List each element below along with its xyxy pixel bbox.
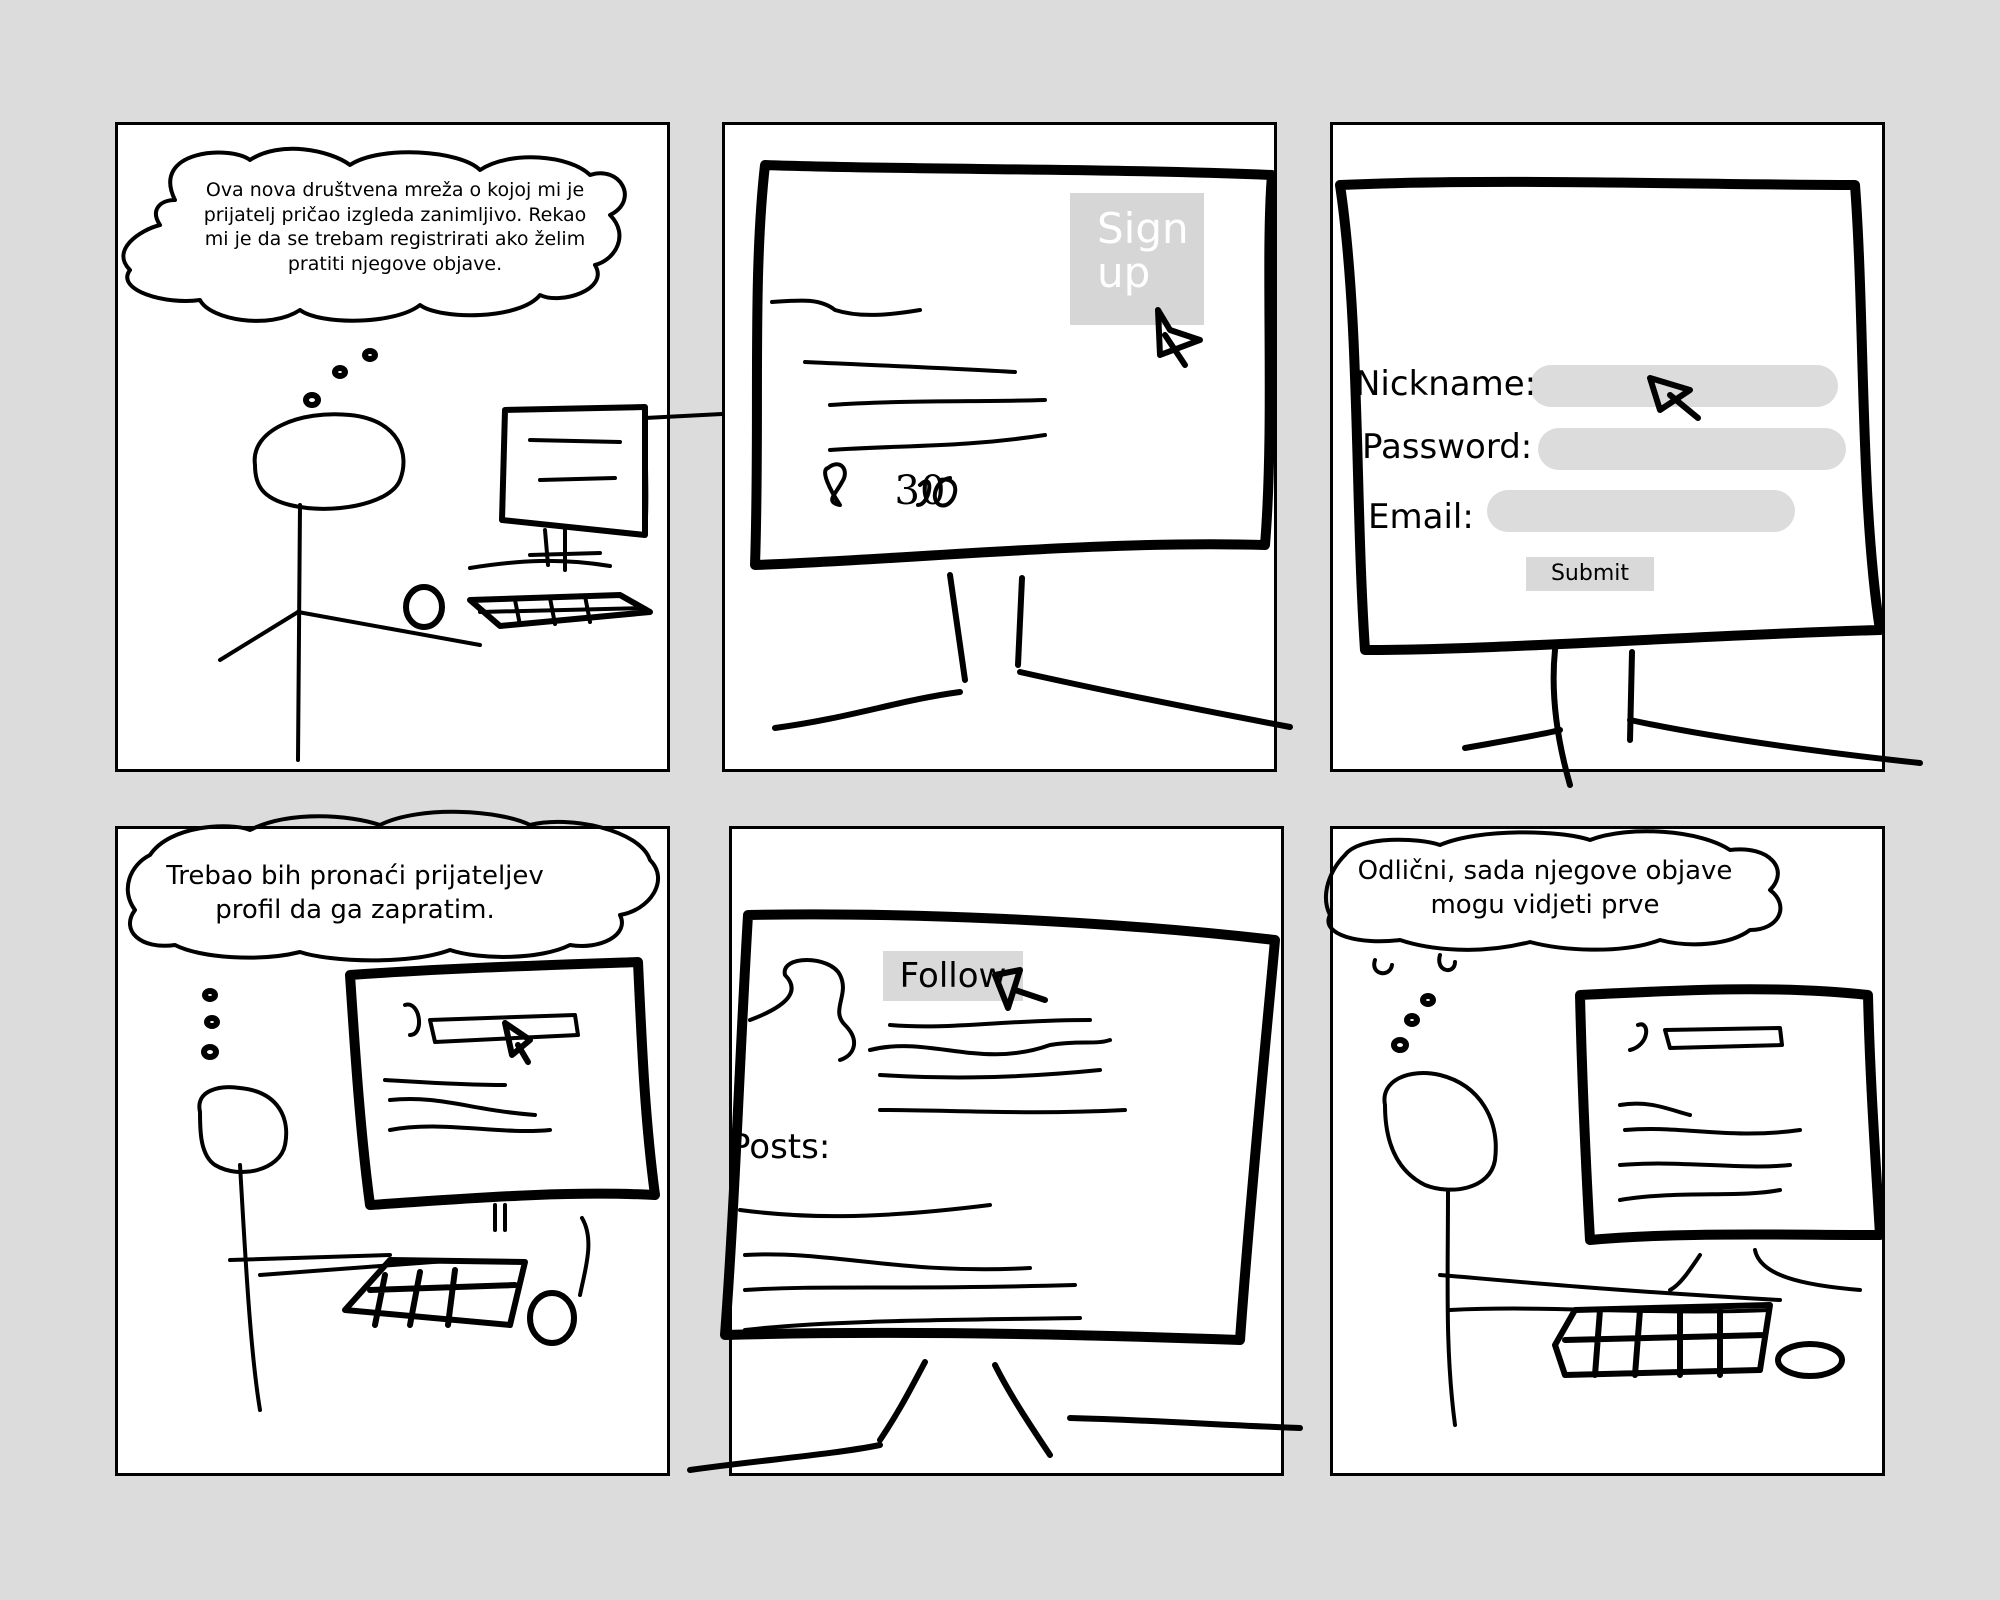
panel-6 (1330, 826, 1885, 1476)
submit-button[interactable]: Submit (1526, 557, 1654, 591)
likes-count: 30 (894, 468, 946, 514)
thought-text-6: Odlični, sada njegove objave mogu vidjet… (1357, 856, 1733, 920)
nickname-label: Nickname: (1355, 364, 1537, 404)
thought-text-4: Trebao bih pronaći prijateljev profil da… (166, 861, 544, 925)
posts-label: Posts: (730, 1127, 831, 1167)
thought-text-1: Ova nova društvena mreža o kojoj mi je p… (203, 179, 587, 276)
nickname-input[interactable] (1530, 365, 1838, 407)
password-label: Password: (1362, 427, 1533, 467)
password-input[interactable] (1538, 428, 1846, 470)
signup-label: Sign up (1097, 204, 1189, 298)
email-input[interactable] (1487, 490, 1795, 532)
email-label: Email: (1368, 497, 1474, 537)
submit-label: Submit (1550, 561, 1630, 586)
follow-button[interactable]: Follow (883, 951, 1023, 1001)
follow-label: Follow (899, 956, 1007, 996)
signup-button[interactable]: Sign up (1070, 193, 1204, 325)
